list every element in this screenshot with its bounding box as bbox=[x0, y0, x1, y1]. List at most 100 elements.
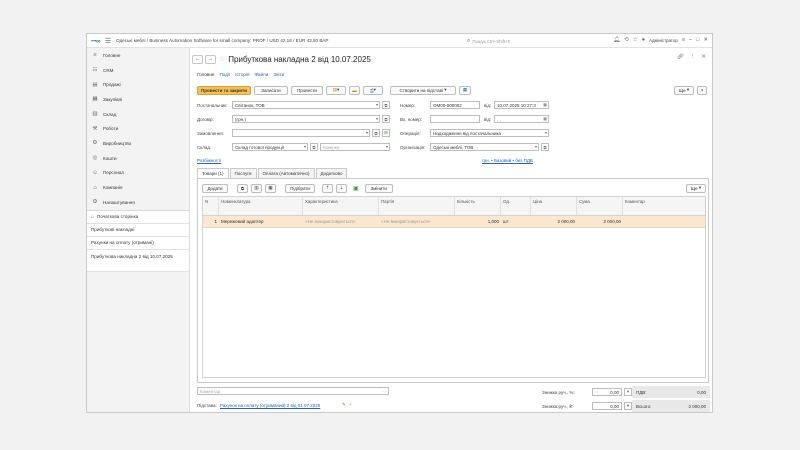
menu-icon[interactable]: ☰ bbox=[103, 37, 113, 45]
discount-amount-spin[interactable]: ▾ bbox=[624, 402, 632, 410]
print-docs-button[interactable]: ▤ ▾ bbox=[326, 85, 346, 95]
number-field[interactable]: ОМ00-000002 bbox=[430, 101, 480, 109]
global-search[interactable]: ⌕ Пошук Ctrl+Shift+F bbox=[467, 37, 563, 45]
tab-payment[interactable]: Оплата (Автоматично) bbox=[257, 168, 315, 178]
operation-field[interactable]: Надходження від постачальника ▾ bbox=[430, 129, 549, 137]
supplier-open-button[interactable]: ⧉ bbox=[382, 101, 390, 109]
column-header[interactable]: Ціна bbox=[531, 197, 577, 215]
add-basis-icon[interactable]: + bbox=[349, 402, 352, 407]
sidebar-item-crm[interactable]: ☷ CRM bbox=[87, 63, 189, 78]
star-icon[interactable]: ☆ bbox=[633, 37, 638, 43]
supplier-field[interactable]: Світанок, ТОВ ▾ bbox=[232, 101, 380, 109]
column-header[interactable]: Коментар bbox=[623, 197, 705, 215]
excel-icon[interactable]: ▣ bbox=[353, 185, 359, 192]
tab-history[interactable]: Історія bbox=[235, 72, 249, 77]
user-name[interactable]: Адміністратор bbox=[649, 38, 678, 43]
copy-row-button[interactable]: ⧉ bbox=[237, 183, 248, 193]
tab-goods[interactable]: Товари (1) bbox=[197, 168, 229, 178]
settings-icon[interactable]: ≡ bbox=[682, 37, 685, 43]
post-and-close-button[interactable]: Провести та закрити bbox=[197, 85, 251, 95]
change-button[interactable]: Змінити bbox=[364, 183, 393, 193]
grid-more-button[interactable]: Ще ▾ bbox=[686, 183, 706, 193]
sidebar-item-home[interactable]: ≡ Головне bbox=[87, 48, 189, 63]
order-open-button[interactable]: ⧉ bbox=[372, 129, 380, 137]
sidebar-item-staff[interactable]: ☺ Персонал bbox=[87, 166, 189, 181]
more-vertical-icon[interactable]: ⋮ bbox=[690, 54, 696, 60]
column-header[interactable]: N bbox=[203, 197, 219, 215]
order-fill-button[interactable]: ⊞ bbox=[382, 129, 390, 137]
back-button[interactable]: ← bbox=[192, 54, 203, 64]
in-date-field[interactable]: . . ▦ bbox=[494, 115, 549, 123]
link-icon[interactable]: 🔗︎ bbox=[677, 54, 684, 60]
tab-services[interactable]: Послуги bbox=[229, 168, 257, 178]
sidebar-item-money[interactable]: ◎ Кошти bbox=[87, 151, 189, 166]
tab-reports[interactable]: Звіти bbox=[273, 72, 284, 77]
tab-main[interactable]: Головне bbox=[197, 72, 214, 77]
sidebar-item-company[interactable]: ⌂ Компанія bbox=[87, 180, 189, 195]
calendar-icon[interactable]: ▦ bbox=[543, 116, 547, 121]
discount-amount-field[interactable]: 0,00 bbox=[592, 402, 622, 410]
calendar-icon[interactable]: ▦ bbox=[543, 102, 547, 107]
contract-field[interactable]: (грн.) ▾ bbox=[232, 115, 380, 123]
warehouse-open-button[interactable]: ⧉ bbox=[310, 143, 318, 151]
open-window-invoices[interactable]: Рахунки на оплату (отримані) bbox=[87, 236, 189, 250]
history-icon[interactable]: ⟲ bbox=[624, 37, 629, 43]
table-button[interactable]: ▦ bbox=[265, 183, 276, 193]
column-header[interactable]: Характеристика bbox=[303, 197, 379, 215]
open-window-start[interactable]: ⌂ Початкова сторінка bbox=[87, 210, 189, 224]
barcode-button[interactable]: ▥ bbox=[251, 183, 262, 193]
user-icon[interactable]: ● bbox=[642, 37, 645, 43]
calc-button[interactable]: ▦ bbox=[459, 85, 471, 95]
organization-open-button[interactable]: ⧉ bbox=[541, 143, 549, 151]
create-based-on-button[interactable]: Створити на підставі ▾ bbox=[390, 85, 456, 95]
open-window-receipts[interactable]: Прибуткові накладні bbox=[87, 223, 189, 237]
column-header[interactable]: Од. bbox=[501, 197, 531, 215]
basis-link[interactable]: Рахунок на оплату (отриманий) 2 від 01.0… bbox=[220, 403, 320, 408]
move-up-button[interactable]: ⇡ bbox=[322, 183, 333, 193]
in-number-field[interactable] bbox=[430, 115, 480, 123]
more-button[interactable]: Ще ▾ bbox=[674, 85, 694, 95]
discount-pct-spin[interactable]: ▾ bbox=[624, 388, 632, 396]
sidebar-item-settings[interactable]: ⚙ Налаштування bbox=[87, 195, 189, 210]
date-field[interactable]: 10.07.2025 10:27:3 ▦ bbox=[494, 101, 549, 109]
forward-button[interactable]: → bbox=[205, 54, 216, 64]
app-logo-icon[interactable]: ꟷ∞ bbox=[89, 36, 103, 46]
tab-files[interactable]: Файли bbox=[254, 72, 268, 77]
post-button[interactable]: Провести bbox=[291, 85, 323, 95]
column-header[interactable]: Сума bbox=[577, 197, 623, 215]
sidebar-item-purchases[interactable]: ▦ Закупівлі bbox=[87, 92, 189, 107]
more-horizontal-icon[interactable]: … bbox=[383, 388, 387, 393]
discount-pct-field[interactable]: 0,00 bbox=[592, 388, 622, 396]
close-icon[interactable]: ✕ bbox=[703, 37, 708, 43]
sidebar-item-production[interactable]: ⚙ Виробництво bbox=[87, 136, 189, 151]
organization-field[interactable]: Одеські меблі, ТОВ ▾ bbox=[430, 143, 539, 151]
price-settings-link[interactable]: грн. • Базовий • без ПДВ bbox=[482, 158, 533, 163]
add-row-button[interactable]: Додати bbox=[202, 183, 228, 193]
discrepancies-link[interactable]: Розбіжності bbox=[197, 158, 221, 163]
order-field[interactable]: ▾ bbox=[232, 129, 370, 137]
pick-button[interactable]: Підібрати bbox=[285, 183, 315, 193]
move-down-button[interactable]: ⇣ bbox=[336, 183, 347, 193]
warehouse-field[interactable]: Склад готової продукції ▾ bbox=[232, 143, 308, 151]
tab-events[interactable]: Події bbox=[219, 72, 230, 77]
help-button[interactable]: ? bbox=[697, 85, 707, 95]
column-header[interactable]: Партія bbox=[379, 197, 455, 215]
bell-icon[interactable]: 🔔︎ bbox=[613, 37, 620, 43]
sidebar-item-warehouse[interactable]: ▥ Склад bbox=[87, 107, 189, 122]
column-header[interactable]: Номенклатура bbox=[219, 197, 303, 215]
favorite-star-icon[interactable]: ☆ bbox=[219, 55, 225, 63]
tab-additional[interactable]: Додатково bbox=[315, 168, 348, 178]
column-header[interactable]: Кількість bbox=[455, 197, 501, 215]
sidebar-item-sales[interactable]: ▤ Продажі bbox=[87, 77, 189, 92]
edit-basis-icon[interactable]: ✎ bbox=[342, 402, 346, 408]
attach-button[interactable]: ▬ bbox=[349, 85, 360, 95]
sidebar-item-works[interactable]: ⚒ Роботи bbox=[87, 121, 189, 136]
open-window-current[interactable]: Прибуткова накладна 2 від 10.07.2025 bbox=[87, 249, 189, 272]
minimize-icon[interactable]: – bbox=[689, 37, 692, 43]
save-button[interactable]: Записати bbox=[254, 85, 288, 95]
table-row[interactable]: 1 Мережевий адаптер <Не використовуються… bbox=[203, 216, 705, 228]
cell-field[interactable]: Комірка ▾ bbox=[320, 143, 390, 151]
maximize-icon[interactable]: □ bbox=[696, 37, 699, 43]
print-button[interactable]: ⎙ ▾ bbox=[363, 85, 383, 95]
contract-open-button[interactable]: ⧉ bbox=[382, 115, 390, 123]
